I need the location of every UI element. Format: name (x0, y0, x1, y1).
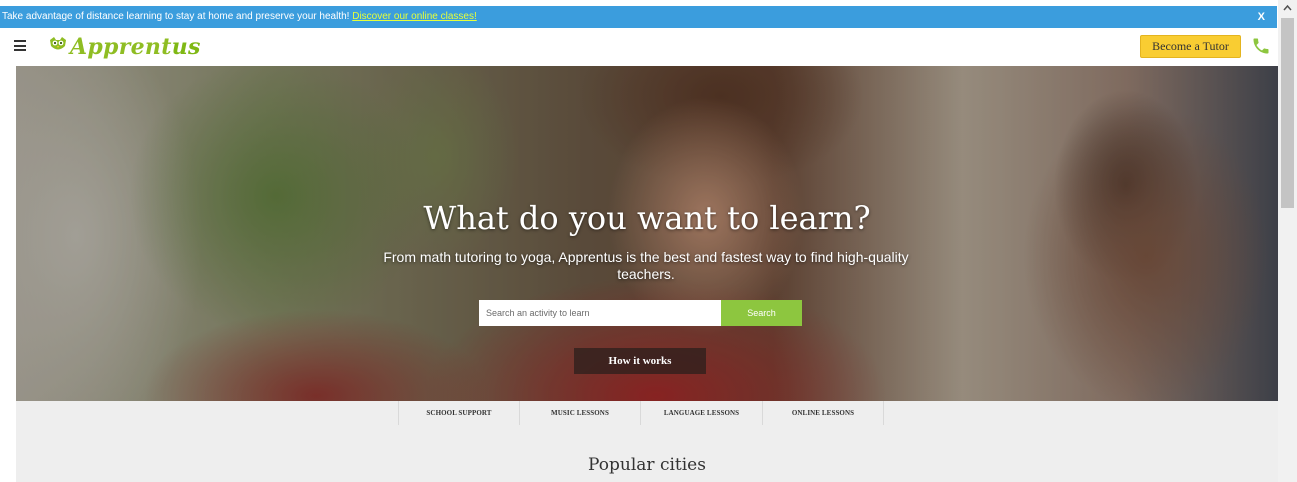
owl-logo-icon (50, 37, 66, 50)
notice-bar: Take advantage of distance learning to s… (0, 6, 1277, 28)
popular-cities-heading: Popular cities (588, 455, 706, 475)
category-music-lessons[interactable]: MUSIC LESSONS (520, 401, 641, 425)
category-language-lessons[interactable]: LANGUAGE LESSONS (641, 401, 763, 425)
search-button[interactable]: Search (721, 300, 802, 326)
hero-banner: What do you want to learn? From math tut… (16, 66, 1278, 401)
online-classes-link[interactable]: Discover our online classes! (352, 11, 477, 22)
notice-text: Take advantage of distance learning to s… (2, 11, 353, 22)
hero-subtitle: From math tutoring to yoga, Apprentus is… (383, 249, 909, 282)
notice-close-button[interactable]: X (1258, 6, 1265, 28)
category-school-support[interactable]: SCHOOL SUPPORT (399, 401, 520, 425)
phone-icon[interactable] (1251, 36, 1271, 56)
category-list: SCHOOL SUPPORT MUSIC LESSONS LANGUAGE LE… (398, 401, 884, 425)
logo-text-prefix: Apprent (70, 34, 172, 60)
apprentus-logo[interactable]: Apprentus (48, 33, 201, 61)
page-scrollbar[interactable] (1278, 0, 1297, 482)
become-tutor-button[interactable]: Become a Tutor (1140, 35, 1241, 58)
hamburger-menu-icon[interactable] (14, 40, 26, 51)
category-online-lessons[interactable]: ONLINE LESSONS (763, 401, 884, 425)
logo-text-suffix: us (171, 34, 201, 60)
hero-title: What do you want to learn? (423, 199, 871, 237)
search-input[interactable] (479, 300, 721, 326)
scrollbar-thumb[interactable] (1281, 18, 1294, 208)
category-nav: SCHOOL SUPPORT MUSIC LESSONS LANGUAGE LE… (16, 401, 1278, 482)
site-header: Apprentus Become a Tutor (0, 28, 1277, 66)
scroll-up-arrow-icon[interactable] (1278, 0, 1297, 17)
logo-text: Apprentus (70, 34, 201, 60)
search-bar: Search (479, 300, 802, 326)
how-it-works-button[interactable]: How it works (574, 348, 706, 374)
